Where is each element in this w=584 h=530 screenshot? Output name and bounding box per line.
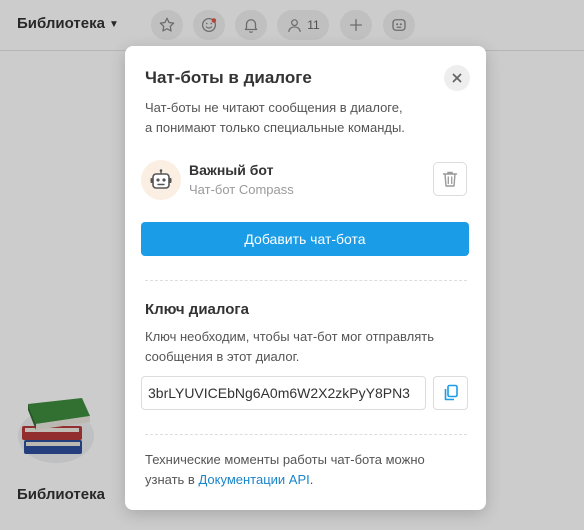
footer-line-2: узнать в Документации API. [145, 470, 470, 490]
trash-icon [442, 171, 458, 187]
robot-icon [150, 169, 172, 189]
bot-avatar [141, 160, 181, 200]
key-desc-line-1: Ключ необходим, чтобы чат-бот мог отправ… [145, 329, 435, 344]
bot-subtitle: Чат-бот Compass [189, 182, 294, 197]
footer-line-1: Технические моменты работы чат-бота можн… [145, 452, 425, 467]
bot-list-item: Важный бот Чат-бот Compass [141, 160, 469, 200]
intro-line-2: а понимают только специальные команды. [145, 120, 405, 135]
bot-name: Важный бот [189, 162, 274, 178]
dialog-intro: Чат-боты не читают сообщения в диалоге, … [145, 98, 465, 138]
close-icon [452, 73, 462, 83]
footer-note: Технические моменты работы чат-бота можн… [145, 450, 470, 490]
bots-dialog: Чат-боты в диалоге Чат-боты не читают со… [125, 46, 486, 510]
dialog-key-field[interactable] [141, 376, 426, 410]
key-desc-line-2: сообщения в этот диалог. [145, 349, 300, 364]
delete-bot-button[interactable] [433, 162, 467, 196]
close-button[interactable] [444, 65, 470, 91]
footer-suffix: . [309, 472, 314, 487]
api-docs-link[interactable]: Документации API [198, 472, 309, 487]
divider [145, 280, 467, 281]
copy-icon [444, 384, 458, 401]
dialog-title: Чат-боты в диалоге [145, 68, 312, 87]
divider [145, 434, 467, 435]
add-bot-button[interactable]: Добавить чат-бота [141, 222, 469, 256]
footer-prefix: узнать в [145, 472, 199, 487]
intro-line-1: Чат-боты не читают сообщения в диалоге, [145, 100, 403, 115]
key-description: Ключ необходим, чтобы чат-бот мог отправ… [145, 327, 465, 367]
copy-key-button[interactable] [433, 376, 468, 410]
key-section-title: Ключ диалога [145, 301, 249, 318]
